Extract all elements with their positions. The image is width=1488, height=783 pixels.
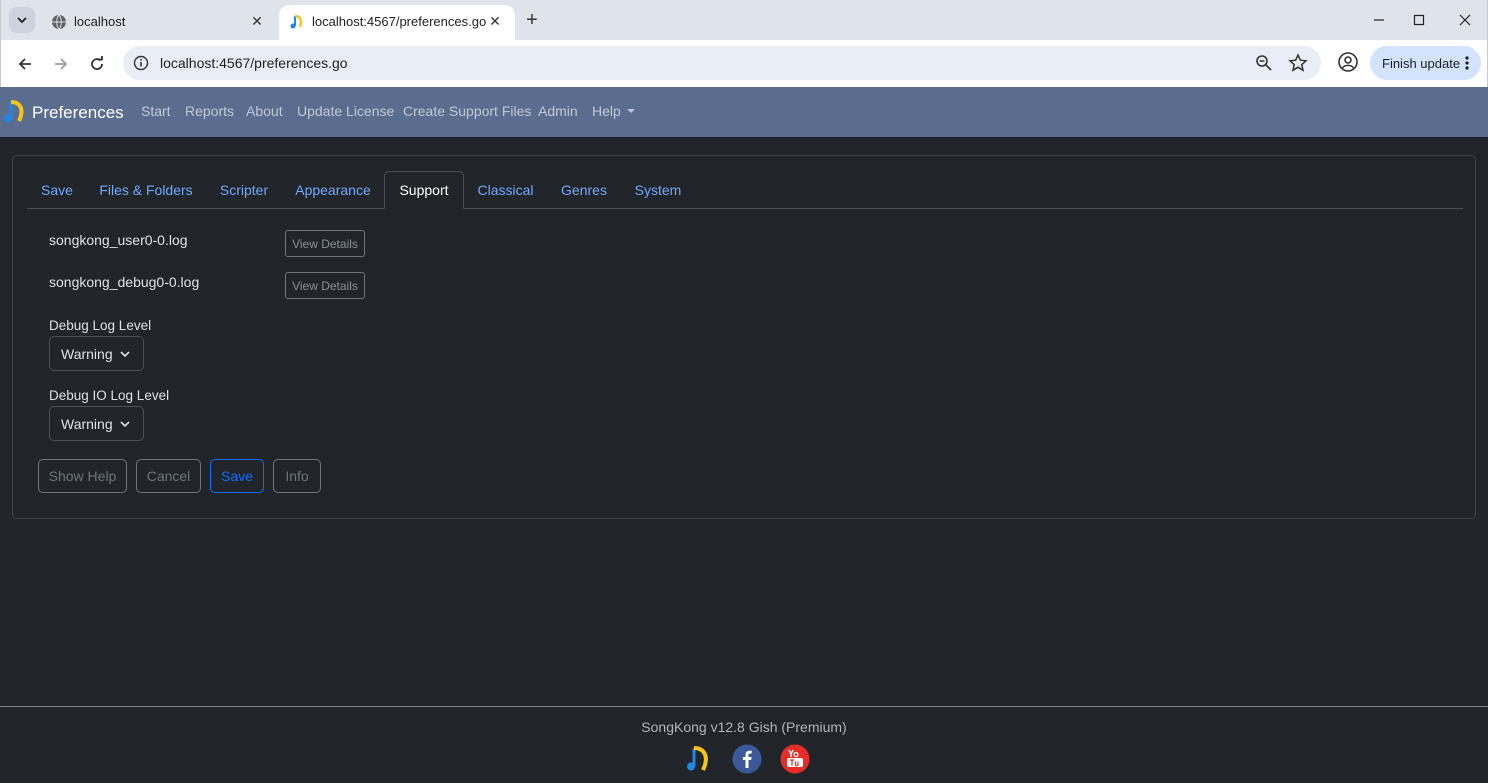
facebook-icon[interactable] <box>732 744 762 774</box>
finish-update-label: Finish update <box>1382 55 1461 71</box>
arrow-right-icon <box>55 58 68 70</box>
tab-save[interactable]: Save <box>27 171 87 209</box>
globe-icon <box>52 14 66 30</box>
debug-log-level-select[interactable]: Warning <box>49 336 144 371</box>
log-file-name: songkong_debug0-0.log <box>49 274 200 290</box>
close-window-button[interactable] <box>1453 8 1477 32</box>
nav-about[interactable]: About <box>246 103 283 119</box>
close-icon <box>1459 14 1471 26</box>
tab-support[interactable]: Support <box>384 171 464 209</box>
cancel-button[interactable]: Cancel <box>136 459 201 493</box>
songkong-logo-icon[interactable] <box>684 744 714 774</box>
minimize-icon <box>1374 19 1384 21</box>
tab-search-button[interactable] <box>9 7 35 33</box>
tab-appearance[interactable]: Appearance <box>285 171 381 209</box>
info-button[interactable]: Info <box>273 459 321 493</box>
nav-help: Help <box>592 103 621 119</box>
nav-create-support-files[interactable]: Create Support Files <box>403 103 531 119</box>
profile-icon[interactable] <box>1337 51 1359 73</box>
maximize-button[interactable] <box>1407 8 1431 32</box>
nav-admin[interactable]: Admin <box>538 103 578 119</box>
nav-help-dropdown[interactable]: Help <box>592 103 635 119</box>
view-details-button[interactable]: View Details <box>285 272 365 299</box>
log-file-name: songkong_user0-0.log <box>49 232 188 248</box>
debug-log-level-value: Warning <box>61 345 113 362</box>
browser-tab-preferences[interactable]: localhost:4567/preferences.go ✕ <box>279 5 515 40</box>
preferences-card: Save Files & Folders Scripter Appearance… <box>12 155 1476 519</box>
reload-button[interactable] <box>85 52 109 76</box>
tab-genres[interactable]: Genres <box>552 171 616 209</box>
browser-tab-title: localhost:4567/preferences.go <box>312 14 487 29</box>
chevron-down-icon <box>120 351 130 358</box>
show-help-button[interactable]: Show Help <box>38 459 127 493</box>
close-tab-icon[interactable]: ✕ <box>485 11 505 31</box>
tab-scripter[interactable]: Scripter <box>207 171 281 209</box>
chevron-down-icon <box>120 421 130 428</box>
tab-classical[interactable]: Classical <box>469 171 542 209</box>
chevron-down-icon <box>17 17 27 24</box>
more-vert-icon <box>1465 56 1469 70</box>
caret-down-icon <box>626 109 635 113</box>
nav-reports[interactable]: Reports <box>185 103 234 119</box>
debug-io-log-level-value: Warning <box>61 415 113 432</box>
brand-title[interactable]: Preferences <box>32 103 124 123</box>
finish-update-button[interactable]: Finish update <box>1370 46 1481 80</box>
songkong-logo-icon <box>290 14 303 29</box>
reload-icon <box>91 56 103 70</box>
maximize-icon <box>1413 14 1425 26</box>
footer: SongKong v12.8 Gish (Premium) <box>0 706 1488 783</box>
view-details-button[interactable]: View Details <box>285 230 365 257</box>
arrow-left-icon <box>18 58 31 70</box>
browser-tab-strip: localhost ✕ localhost:4567/preferences.g… <box>0 0 1488 40</box>
save-button[interactable]: Save <box>210 459 264 493</box>
youtube-icon[interactable] <box>780 744 810 774</box>
zoom-icon[interactable] <box>1255 54 1273 72</box>
browser-tab-localhost[interactable]: localhost ✕ <box>41 5 277 40</box>
bookmark-star-icon[interactable] <box>1288 53 1308 73</box>
address-bar[interactable]: localhost:4567/preferences.go <box>123 46 1321 80</box>
app-navbar: Preferences Start Reports About Update L… <box>0 87 1488 137</box>
tab-files-folders[interactable]: Files & Folders <box>91 171 201 209</box>
nav-update-license[interactable]: Update License <box>297 103 394 119</box>
forward-button[interactable] <box>49 52 73 76</box>
nav-start[interactable]: Start <box>141 103 171 119</box>
version-text: SongKong v12.8 Gish (Premium) <box>641 719 847 735</box>
close-tab-icon[interactable]: ✕ <box>247 11 267 31</box>
browser-toolbar: localhost:4567/preferences.go Finish upd… <box>0 40 1488 87</box>
minimize-button[interactable] <box>1367 8 1391 32</box>
songkong-logo-icon[interactable] <box>2 99 28 125</box>
preferences-tabs: Save Files & Folders Scripter Appearance… <box>27 171 1463 209</box>
tab-system[interactable]: System <box>624 171 692 209</box>
debug-io-log-level-select[interactable]: Warning <box>49 406 144 441</box>
back-button[interactable] <box>13 52 37 76</box>
new-tab-button[interactable]: + <box>521 9 543 31</box>
debug-log-level-label: Debug Log Level <box>49 318 152 333</box>
url-text[interactable]: localhost:4567/preferences.go <box>160 55 348 71</box>
browser-tab-title: localhost <box>74 14 126 29</box>
debug-io-log-level-label: Debug IO Log Level <box>49 388 170 403</box>
site-info-icon[interactable] <box>133 55 149 71</box>
